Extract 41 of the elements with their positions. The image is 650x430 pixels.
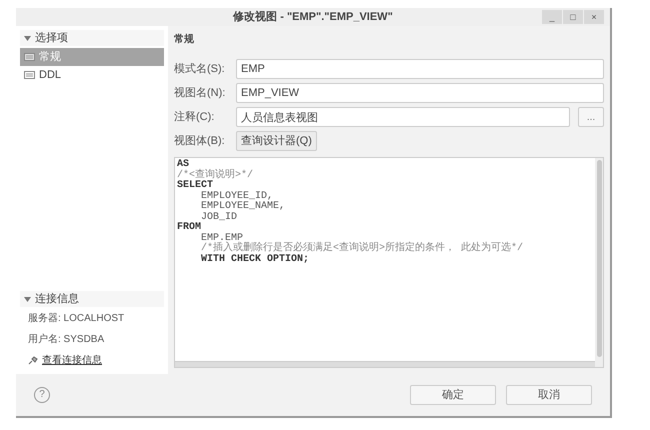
- code-line: AS: [177, 160, 190, 170]
- code-line: JOB_ID: [200, 212, 238, 223]
- section-header: 选择项: [20, 30, 164, 46]
- code-line: EMPLOYEE_NAME,: [200, 202, 286, 212]
- minimize-button[interactable]: _: [542, 10, 562, 24]
- code-line: /*<查询说明>*/: [177, 170, 254, 180]
- code-line: EMP.EMP: [200, 234, 244, 244]
- close-button[interactable]: ×: [584, 10, 604, 24]
- text-field[interactable]: 人员信息表视图: [236, 107, 570, 127]
- plug-icon: [28, 356, 38, 365]
- maximize-button[interactable]: □: [563, 10, 583, 24]
- panel-icon: [24, 71, 35, 79]
- window-title: 修改视图 - "EMP"."EMP_VIEW": [233, 10, 393, 25]
- user-info: 用户名: SYSDBA: [27, 332, 106, 347]
- field-label: 模式名(S):: [174, 62, 226, 77]
- code-line: /*插入或删除行是否必须满足<查询说明>所指定的条件， 此处为可选*/: [200, 244, 524, 254]
- expanded-caret-icon[interactable]: [24, 296, 31, 302]
- panel-icon: [24, 53, 35, 61]
- server-info: 服务器: LOCALHOST: [27, 312, 126, 326]
- field-label: 视图体(B):: [174, 134, 226, 149]
- connection-info-link[interactable]: 查看连接信息: [42, 353, 102, 368]
- sql-editor[interactable]: AS /*<查询说明>*/ SELECT EMPLOYEE_ID, EMPLOYEE_NAME, JOB_ID FROM EMP.EMP /*插入或删除行是否必须满足<查询说明>所指定的条件， 此处为可选*/ WITH CHECK OPTION;: [174, 157, 604, 368]
- dialog-button[interactable]: 确定: [410, 385, 496, 405]
- code-line: WITH CHECK OPTION;: [200, 254, 310, 265]
- scroll-thumb[interactable]: [596, 160, 602, 357]
- text-field[interactable]: EMP: [236, 59, 604, 79]
- sidebar-item[interactable]: DDL: [20, 66, 164, 84]
- query-designer-button[interactable]: 查询设计器(Q): [236, 131, 317, 151]
- field-label: 注释(C):: [174, 110, 216, 125]
- dialog-button[interactable]: 取消: [506, 385, 592, 405]
- text-field[interactable]: EMP_VIEW: [236, 83, 604, 103]
- browse-button[interactable]: ...: [578, 107, 604, 127]
- expanded-caret-icon[interactable]: [24, 36, 31, 40]
- code-line: FROM: [177, 223, 202, 234]
- code-line: EMPLOYEE_ID,: [200, 192, 274, 202]
- horizontal-scrollbar[interactable]: [175, 361, 595, 367]
- vertical-scrollbar[interactable]: [595, 158, 603, 367]
- section-header: 连接信息: [20, 291, 164, 307]
- code-line: SELECT: [177, 181, 214, 191]
- field-label: 视图名(N):: [174, 86, 226, 101]
- section-heading: 常规: [174, 32, 194, 47]
